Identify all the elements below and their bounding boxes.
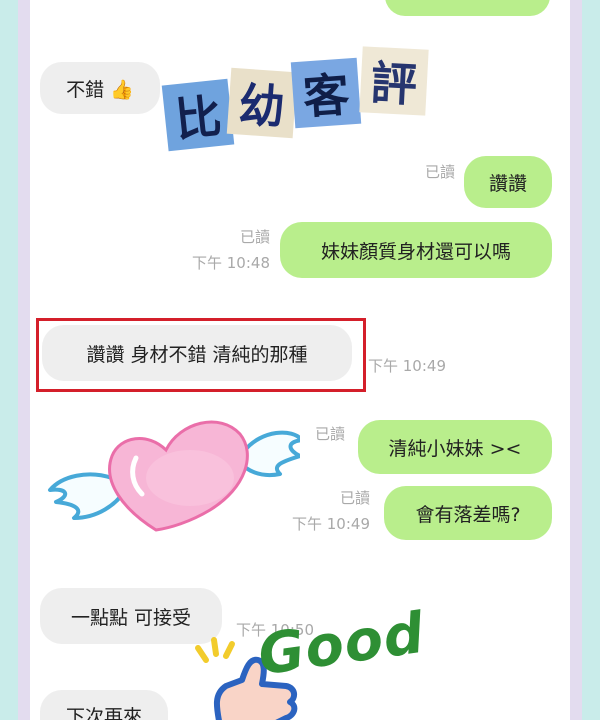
title-char: 客 (290, 57, 362, 129)
title-char: 幼 (226, 67, 298, 139)
good-text: Good (254, 600, 429, 689)
clipped-timestamp (270, 0, 370, 8)
message-text: 會有落差嗎? (415, 503, 521, 526)
message-bubble-outgoing[interactable]: 妹妹顏質身材還可以嗎 (280, 222, 552, 278)
highlight-box (36, 318, 366, 392)
title-char: 比 (161, 78, 235, 152)
good-sticker: Good (190, 601, 429, 720)
message-text: 一點點 可接受 (70, 606, 192, 629)
winged-heart-sticker (48, 420, 300, 532)
title-char: 評 (359, 46, 429, 116)
timestamp: 下午 10:49 (368, 357, 446, 375)
title-banner: 比 幼 客 評 (161, 40, 465, 160)
message-text: 妹妹顏質身材還可以嗎 (320, 240, 511, 263)
message-meta: 已讀 下午 10:48 (170, 227, 270, 273)
timestamp: 下午 10:48 (192, 254, 270, 272)
read-receipt: 已讀 (239, 228, 270, 246)
message-bubble-outgoing[interactable]: 會有落差嗎? (384, 486, 552, 540)
message-bubble-outgoing[interactable]: 清純小妹妹 >< (358, 420, 552, 474)
message-bubble-incoming[interactable]: 不錯 👍 (40, 62, 160, 114)
message-bubble-incoming[interactable]: 下次再來 (40, 690, 168, 720)
message-text: 清純小妹妹 >< (388, 437, 522, 460)
message-text: 不錯 👍 (66, 78, 134, 101)
message-text: 下次再來 (65, 706, 142, 720)
clipped-outgoing-bubble[interactable] (385, 0, 550, 16)
message-text: 讚讚 (488, 172, 527, 195)
read-receipt: 已讀 (424, 163, 455, 181)
message-bubble-outgoing[interactable]: 讚讚 (464, 156, 552, 208)
